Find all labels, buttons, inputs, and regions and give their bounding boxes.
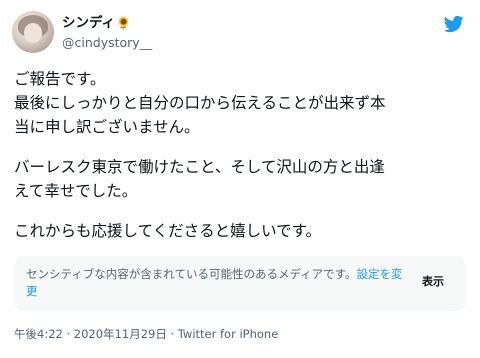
sensitive-media-message: センシティブな内容が含まれている可能性のあるメディアです。 — [26, 267, 357, 281]
tweet-line: バーレスク東京で働けたこと、そして沢山の方と出逢 — [14, 158, 385, 176]
tweet-line: 最後にしっかりと自分の口から伝えることが出来ず本 — [14, 94, 386, 112]
sunflower-emoji: 🌻 — [116, 16, 132, 30]
avatar-face — [24, 23, 42, 43]
tweet-paragraph-2: バーレスク東京で働けたこと、そして沢山の方と出逢 えて幸せでした。 — [14, 155, 466, 203]
user-handle[interactable]: @cindystory__ — [62, 35, 152, 50]
twitter-bird-icon[interactable] — [442, 14, 466, 34]
tweet-line: えて幸せでした。 — [14, 182, 138, 200]
display-name-row[interactable]: シンディ 🌻 — [62, 15, 131, 31]
avatar[interactable] — [12, 11, 54, 53]
sensitive-media-notice: センシティブな内容が含まれている可能性のあるメディアです。設定を変更 表示 — [14, 256, 466, 311]
show-media-button[interactable]: 表示 — [422, 275, 444, 289]
tweet-line: ご報告です。 — [14, 70, 106, 88]
display-name[interactable]: シンディ — [62, 15, 115, 31]
tweet-line: これからも応援してくださると嬉しいです。 — [14, 222, 322, 240]
tweet-paragraph-3: これからも応援してくださると嬉しいです。 — [14, 219, 466, 243]
sensitive-media-text: センシティブな内容が含まれている可能性のあるメディアです。設定を変更 — [26, 266, 411, 300]
tweet-paragraph-1: ご報告です。 最後にしっかりと自分の口から伝えることが出来ず本 当に申し訳ござい… — [14, 67, 466, 139]
tweet-body: ご報告です。 最後にしっかりと自分の口から伝えることが出来ず本 当に申し訳ござい… — [14, 67, 466, 243]
tweet-line: 当に申し訳ございません。 — [14, 118, 200, 136]
tweet-timestamp[interactable]: 午後4:22 · 2020年11月29日 · Twitter for iPhon… — [14, 327, 278, 341]
